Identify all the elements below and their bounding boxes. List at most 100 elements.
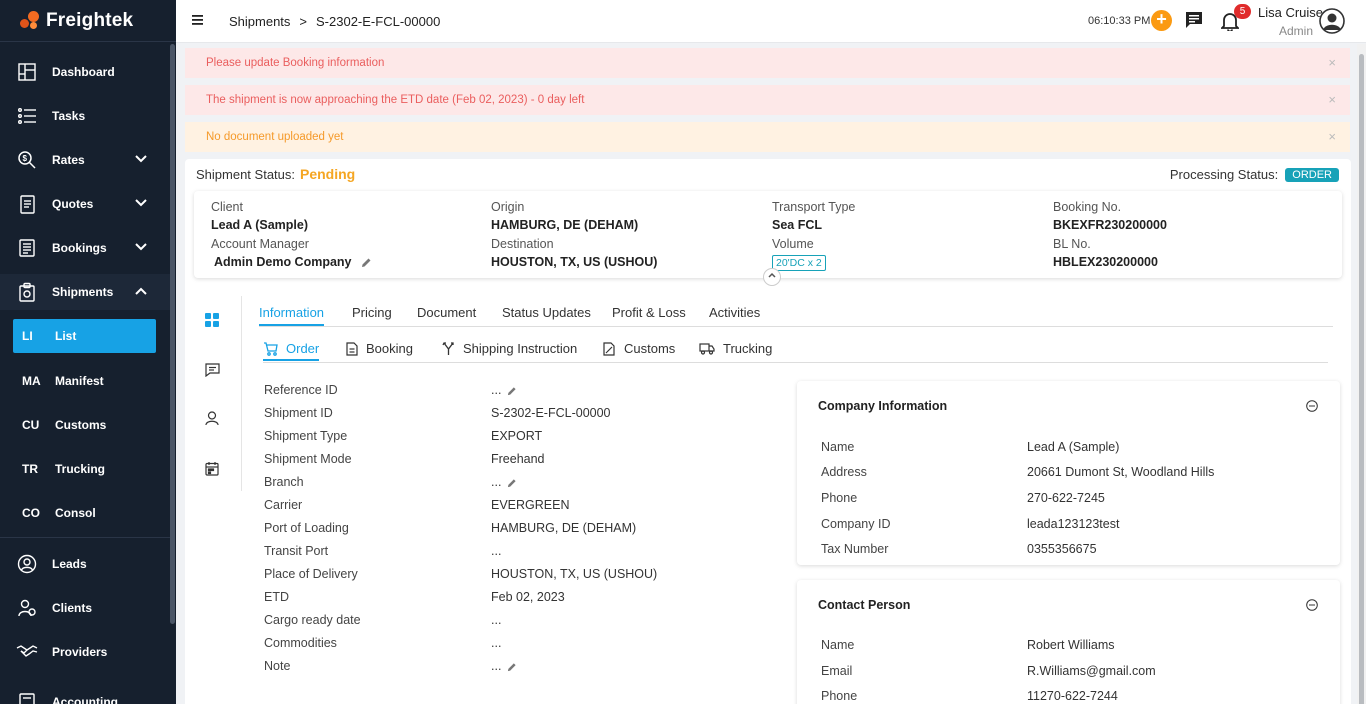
subtab-shipping-instruction[interactable]: Shipping Instruction <box>442 341 577 356</box>
sidebar-item-label: Accounting <box>52 695 118 704</box>
tab-activities[interactable]: Activities <box>709 305 760 320</box>
calendar-icon[interactable] <box>205 461 219 476</box>
edit-icon[interactable] <box>507 386 517 396</box>
field-value: ... <box>491 636 502 650</box>
collapse-icon[interactable] <box>1306 400 1318 412</box>
tab-document[interactable]: Document <box>417 305 476 320</box>
sidebar-item-accounting[interactable]: Accounting <box>0 684 170 704</box>
chevron-down-icon <box>135 199 147 207</box>
collapse-icon[interactable] <box>1306 599 1318 611</box>
sidebar-subitem-consol[interactable]: CO Consol <box>13 496 156 530</box>
customs-document-icon <box>603 341 615 356</box>
company-information-panel: Company Information Name Lead A (Sample)… <box>797 381 1340 565</box>
sidebar-item-bookings[interactable]: Bookings <box>0 230 170 266</box>
field-label: Branch <box>264 475 304 489</box>
close-icon[interactable]: × <box>1328 122 1336 152</box>
quotes-icon <box>16 193 38 215</box>
field-value: ... <box>491 383 517 397</box>
breadcrumb-current: S-2302-E-FCL-00000 <box>316 14 441 29</box>
field-value: S-2302-E-FCL-00000 <box>491 406 611 420</box>
sidebar-item-dashboard[interactable]: Dashboard <box>0 54 170 90</box>
booking-no-label: Booking No. <box>1053 200 1122 214</box>
field-value: Feb 02, 2023 <box>491 590 565 604</box>
row-value[interactable]: R.Williams@gmail.com <box>1027 664 1156 678</box>
subtab-label: Booking <box>366 341 413 356</box>
breadcrumb-shipments[interactable]: Shipments <box>229 14 290 29</box>
row-value: Lead A (Sample) <box>1027 440 1120 454</box>
edit-icon[interactable] <box>507 478 517 488</box>
page-scrollbar[interactable] <box>1357 44 1366 704</box>
sidebar-subitem-manifest[interactable]: MA Manifest <box>13 364 156 398</box>
field-carrier: Carrier EVERGREEN <box>264 498 764 518</box>
edit-icon[interactable] <box>361 257 372 268</box>
field-transit-port: Transit Port ... <box>264 544 764 564</box>
origin-label: Origin <box>491 200 525 214</box>
transport-type-label: Transport Type <box>772 200 856 214</box>
field-label: Transit Port <box>264 544 329 558</box>
field-branch: Branch ... <box>264 475 764 495</box>
field-value-text: ... <box>491 383 502 397</box>
truck-icon <box>699 343 715 355</box>
row-label: Tax Number <box>821 542 889 556</box>
row-label: Phone <box>821 491 858 505</box>
tab-pricing[interactable]: Pricing <box>352 305 392 320</box>
subitem-label: Manifest <box>55 374 104 388</box>
field-reference-id: Reference ID ... <box>264 383 764 403</box>
close-icon[interactable]: × <box>1328 48 1336 78</box>
field-label: ETD <box>264 590 289 604</box>
shipment-card: Shipment Status: Pending Processing Statu… <box>185 159 1351 704</box>
sidebar-item-tasks[interactable]: Tasks <box>0 98 170 134</box>
logo[interactable]: Freightek <box>0 0 176 42</box>
subtab-customs[interactable]: Customs <box>603 341 675 356</box>
sidebar-item-providers[interactable]: Providers <box>0 634 170 670</box>
tab-status-updates[interactable]: Status Updates <box>502 305 591 320</box>
field-label: Place of Delivery <box>264 567 358 581</box>
sidebar-item-label: Leads <box>52 557 87 571</box>
subtab-label: Trucking <box>723 341 773 356</box>
menu-icon[interactable] <box>192 14 203 26</box>
subtab-order[interactable]: Order <box>263 341 320 361</box>
sidebar-scrollbar[interactable] <box>170 44 175 624</box>
booking-no-value: BKEXFR230200000 <box>1053 218 1167 232</box>
summary-col-booking: Booking No. BKEXFR230200000 BL No. HBLEX… <box>1053 200 1167 274</box>
sidebar-item-clients[interactable]: Clients <box>0 590 170 626</box>
alert-booking: Please update Booking information × <box>185 48 1350 78</box>
field-note: Note ... <box>264 659 764 679</box>
field-cargo-ready-date: Cargo ready date ... <box>264 613 764 633</box>
chat-icon[interactable] <box>1185 11 1203 29</box>
page-scrollbar-thumb[interactable] <box>1359 54 1364 704</box>
sidebar-item-shipments[interactable]: Shipments <box>0 274 170 310</box>
sidebar-item-quotes[interactable]: Quotes <box>0 186 170 222</box>
account-manager-row: Admin Demo Company <box>211 255 372 274</box>
avatar[interactable] <box>1319 8 1345 34</box>
subitem-label: Consol <box>55 506 96 520</box>
shipment-status-label: Shipment Status: <box>196 167 295 182</box>
subtab-booking[interactable]: Booking <box>346 341 413 356</box>
edit-icon[interactable] <box>507 662 517 672</box>
bl-no-label: BL No. <box>1053 237 1091 251</box>
sidebar-item-label: Providers <box>52 645 108 659</box>
row-label: Phone <box>821 689 858 703</box>
contact-person-panel: Contact Person Name Robert Williams Emai… <box>797 580 1340 704</box>
breadcrumb: Shipments > S-2302-E-FCL-00000 <box>229 14 440 29</box>
field-value: EVERGREEN <box>491 498 570 512</box>
message-icon[interactable] <box>205 363 220 377</box>
close-icon[interactable]: × <box>1328 85 1336 115</box>
tab-information[interactable]: Information <box>259 305 325 326</box>
chevron-up-icon <box>135 287 147 295</box>
collapse-summary-button[interactable] <box>763 268 781 286</box>
sidebar-item-leads[interactable]: Leads <box>0 546 170 582</box>
user-name[interactable]: Lisa Cruise <box>1258 5 1323 20</box>
panel-title: Contact Person <box>818 598 911 612</box>
sidebar-item-rates[interactable]: $ Rates <box>0 142 170 178</box>
user-icon[interactable] <box>205 411 219 426</box>
subtab-trucking[interactable]: Trucking <box>699 341 772 356</box>
row-value: leada123123test <box>1027 517 1120 531</box>
tab-profit-loss[interactable]: Profit & Loss <box>612 305 686 320</box>
tasks-icon <box>16 105 38 127</box>
grid-icon[interactable] <box>205 313 219 327</box>
sidebar-subitem-trucking[interactable]: TR Trucking <box>13 452 156 486</box>
sidebar-subitem-customs[interactable]: CU Customs <box>13 408 156 442</box>
add-button[interactable]: + <box>1151 10 1172 31</box>
sidebar-subitem-list[interactable]: LI List <box>13 319 156 353</box>
